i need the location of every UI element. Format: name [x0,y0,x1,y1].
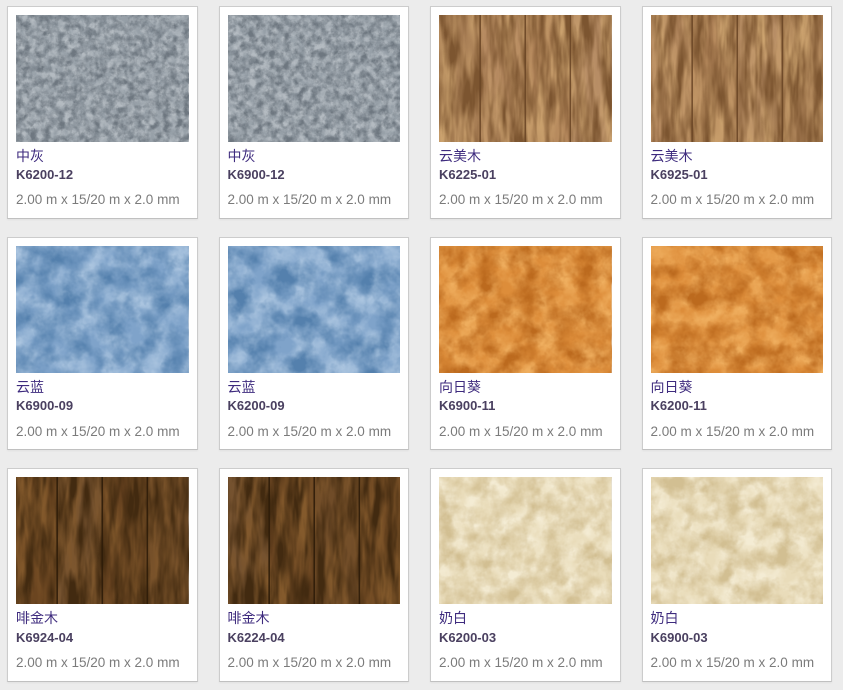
product-name-link[interactable]: 云美木 [651,148,824,164]
product-dimensions: 2.00 m x 15/20 m x 2.0 mm [228,656,401,673]
product-card[interactable]: 向日葵 K6200-11 2.00 m x 15/20 m x 2.0 mm [642,237,833,450]
product-dimensions: 2.00 m x 15/20 m x 2.0 mm [439,193,612,210]
product-dimensions: 2.00 m x 15/20 m x 2.0 mm [651,425,824,442]
product-name-link[interactable]: 云美木 [439,148,612,164]
product-name-link[interactable]: 云蓝 [16,379,189,395]
product-code: K6200-09 [228,399,401,413]
product-code: K6925-01 [651,168,824,182]
product-swatch-image[interactable] [16,246,189,373]
product-name-link[interactable]: 啡金木 [228,610,401,626]
product-code: K6924-04 [16,631,189,645]
product-name-link[interactable]: 奶白 [651,610,824,626]
product-code: K6900-11 [439,399,612,413]
product-card[interactable]: 云美木 K6925-01 2.00 m x 15/20 m x 2.0 mm [642,6,833,219]
product-code: K6200-11 [651,399,824,413]
product-name-link[interactable]: 云蓝 [228,379,401,395]
product-swatch-image[interactable] [651,477,824,604]
product-code: K6200-03 [439,631,612,645]
product-swatch-image[interactable] [228,246,401,373]
product-card[interactable]: 奶白 K6900-03 2.00 m x 15/20 m x 2.0 mm [642,468,833,681]
product-dimensions: 2.00 m x 15/20 m x 2.0 mm [439,425,612,442]
product-swatch-image[interactable] [439,15,612,142]
product-card[interactable]: 中灰 K6900-12 2.00 m x 15/20 m x 2.0 mm [219,6,410,219]
product-card[interactable]: 奶白 K6200-03 2.00 m x 15/20 m x 2.0 mm [430,468,621,681]
product-card[interactable]: 向日葵 K6900-11 2.00 m x 15/20 m x 2.0 mm [430,237,621,450]
product-dimensions: 2.00 m x 15/20 m x 2.0 mm [16,656,189,673]
product-card[interactable]: 啡金木 K6924-04 2.00 m x 15/20 m x 2.0 mm [7,468,198,681]
product-swatch-image[interactable] [651,15,824,142]
product-name-link[interactable]: 啡金木 [16,610,189,626]
product-grid: 中灰 K6200-12 2.00 m x 15/20 m x 2.0 mm 中灰… [0,0,843,690]
product-dimensions: 2.00 m x 15/20 m x 2.0 mm [439,656,612,673]
product-swatch-image[interactable] [439,246,612,373]
product-name-link[interactable]: 中灰 [16,148,189,164]
product-card[interactable]: 云美木 K6225-01 2.00 m x 15/20 m x 2.0 mm [430,6,621,219]
product-dimensions: 2.00 m x 15/20 m x 2.0 mm [651,656,824,673]
product-code: K6224-04 [228,631,401,645]
product-code: K6900-12 [228,168,401,182]
product-code: K6900-09 [16,399,189,413]
product-name-link[interactable]: 奶白 [439,610,612,626]
catalog-page: 中灰 K6200-12 2.00 m x 15/20 m x 2.0 mm 中灰… [0,0,843,690]
product-card[interactable]: 啡金木 K6224-04 2.00 m x 15/20 m x 2.0 mm [219,468,410,681]
product-dimensions: 2.00 m x 15/20 m x 2.0 mm [16,425,189,442]
product-dimensions: 2.00 m x 15/20 m x 2.0 mm [228,193,401,210]
product-card[interactable]: 云蓝 K6900-09 2.00 m x 15/20 m x 2.0 mm [7,237,198,450]
product-swatch-image[interactable] [651,246,824,373]
product-card[interactable]: 中灰 K6200-12 2.00 m x 15/20 m x 2.0 mm [7,6,198,219]
product-swatch-image[interactable] [439,477,612,604]
product-swatch-image[interactable] [228,15,401,142]
product-swatch-image[interactable] [16,15,189,142]
product-name-link[interactable]: 中灰 [228,148,401,164]
product-name-link[interactable]: 向日葵 [439,379,612,395]
product-swatch-image[interactable] [16,477,189,604]
product-dimensions: 2.00 m x 15/20 m x 2.0 mm [228,425,401,442]
product-swatch-image[interactable] [228,477,401,604]
product-code: K6225-01 [439,168,612,182]
product-dimensions: 2.00 m x 15/20 m x 2.0 mm [16,193,189,210]
product-name-link[interactable]: 向日葵 [651,379,824,395]
product-dimensions: 2.00 m x 15/20 m x 2.0 mm [651,193,824,210]
product-card[interactable]: 云蓝 K6200-09 2.00 m x 15/20 m x 2.0 mm [219,237,410,450]
product-code: K6900-03 [651,631,824,645]
product-code: K6200-12 [16,168,189,182]
